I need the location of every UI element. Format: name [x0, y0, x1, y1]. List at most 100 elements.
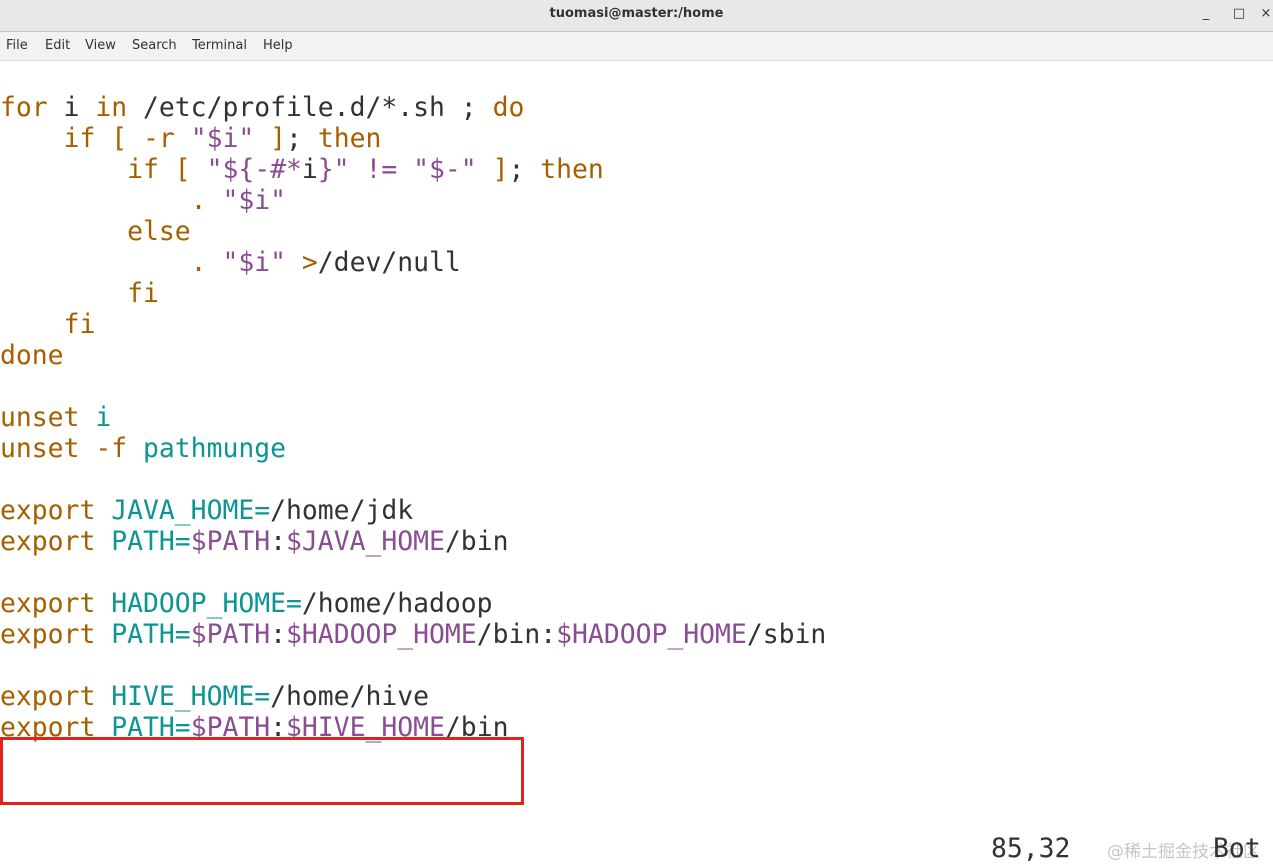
menu-terminal[interactable]: Terminal — [192, 38, 247, 53]
code-token: ; — [286, 123, 318, 154]
code-line: export PATH=$PATH:$JAVA_HOME/bin — [0, 526, 508, 557]
code-token: if — [63, 123, 96, 154]
code-token: for — [0, 92, 48, 123]
code-token: unset — [0, 402, 80, 433]
code-token: "$i" — [222, 185, 287, 216]
menu-bar: File Edit View Search Terminal Help — [0, 32, 1273, 61]
scroll-indicator: Bot — [1213, 833, 1261, 864]
code-token: if — [127, 154, 159, 185]
code-line: export PATH=$PATH:$HADOOP_HOME/bin:$HADO… — [0, 619, 826, 650]
code-token: HADOOP_HOME= — [111, 588, 302, 619]
code-token: }" — [317, 154, 350, 185]
code-token: i — [301, 154, 318, 185]
code-token: export — [0, 588, 96, 619]
code-token: > — [301, 247, 318, 278]
code-line: export HIVE_HOME=/home/hive — [0, 681, 429, 712]
code-token: /home/hadoop — [301, 588, 493, 619]
code-token: PATH= — [111, 619, 191, 650]
code-line: . "$i" — [0, 185, 286, 216]
menu-help[interactable]: Help — [263, 38, 293, 53]
menu-search[interactable]: Search — [132, 38, 177, 53]
code-token: [ — [174, 154, 191, 185]
code-line: if [ "${-#*i}" != "$-" ]; then — [0, 154, 604, 185]
minimize-icon[interactable]: _ — [1196, 5, 1216, 23]
code-token: $HADOOP_HOME — [556, 619, 747, 650]
code-token: /bin — [444, 526, 509, 557]
code-token: fi — [63, 309, 96, 340]
code-token: /bin: — [476, 619, 557, 650]
code-line: done — [0, 340, 64, 371]
code-token: unset — [0, 433, 80, 464]
code-token: export — [0, 619, 96, 650]
code-token: /etc/profile.d/*.sh ; — [127, 92, 493, 123]
code-token: : — [270, 526, 287, 557]
code-token: ] — [270, 123, 287, 154]
code-token: -f — [95, 433, 128, 464]
code-token: export — [0, 681, 96, 712]
code-token: fi — [127, 278, 159, 309]
code-line: . "$i" >/dev/null — [0, 247, 461, 278]
code-token: [ — [111, 123, 128, 154]
code-token: i — [95, 402, 112, 433]
code-token: export — [0, 526, 96, 557]
code-token: : — [270, 619, 287, 650]
menu-edit[interactable]: Edit — [45, 38, 70, 53]
code-line: else — [0, 216, 191, 247]
code-token: /home/jdk — [270, 495, 414, 526]
terminal-editor[interactable]: for i in /etc/profile.d/*.sh ; do if [ -… — [0, 61, 1273, 864]
close-icon[interactable]: × — [1256, 5, 1273, 23]
code-token: . — [190, 247, 207, 278]
code-line: fi — [0, 309, 96, 340]
code-token: "${-#* — [206, 154, 302, 185]
code-token: "$-" — [413, 154, 477, 185]
code-token: $PATH — [190, 526, 271, 557]
code-token: /sbin — [746, 619, 827, 650]
code-token: "$i" — [222, 247, 287, 278]
code-token: PATH= — [111, 526, 191, 557]
code-line: unset i — [0, 402, 111, 433]
window-titlebar: tuomasi@master:/home _ □ × — [0, 0, 1273, 32]
code-token: do — [492, 92, 525, 123]
code-token: != — [365, 154, 398, 185]
code-token: /home/hive — [270, 681, 430, 712]
code-line: fi — [0, 278, 159, 309]
code-line: export JAVA_HOME=/home/jdk — [0, 495, 413, 526]
menu-view[interactable]: View — [85, 38, 116, 53]
code-token: -r — [143, 123, 175, 154]
code-token: $HADOOP_HOME — [286, 619, 477, 650]
code-token: ] — [492, 154, 509, 185]
maximize-icon[interactable]: □ — [1229, 5, 1249, 23]
cursor-position: 85,32 — [991, 833, 1071, 864]
menu-file[interactable]: File — [6, 38, 28, 53]
code-token: in — [95, 92, 128, 123]
code-token: . — [190, 185, 207, 216]
code-token: else — [127, 216, 191, 247]
code-token: done — [0, 340, 64, 371]
code-line: if [ -r "$i" ]; then — [0, 123, 382, 154]
code-token: JAVA_HOME= — [111, 495, 271, 526]
code-token: export — [0, 495, 96, 526]
code-token: $PATH — [190, 619, 271, 650]
code-line: unset -f pathmunge — [0, 433, 286, 464]
code-token: then — [317, 123, 382, 154]
